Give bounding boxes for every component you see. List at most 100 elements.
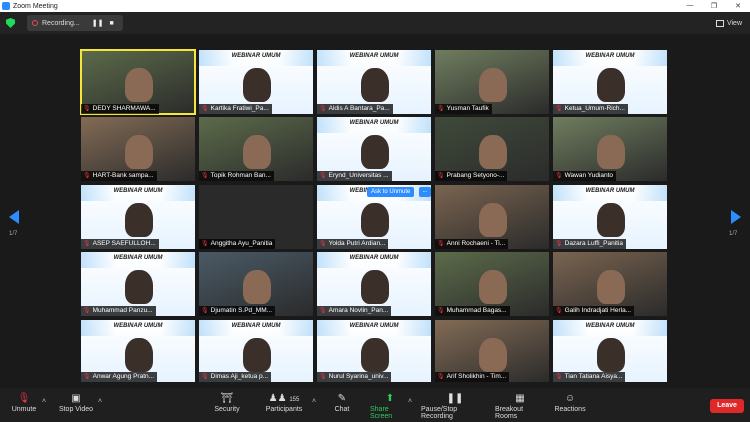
participant-video bbox=[125, 135, 153, 169]
ask-to-unmute-button[interactable]: Ask to Unmute bbox=[367, 187, 415, 197]
participant-video bbox=[597, 270, 625, 304]
chat-icon: ✎ bbox=[337, 393, 347, 404]
participant-video bbox=[597, 68, 625, 102]
participant-name-label: 🎙 Ketua_Umum-Rich... bbox=[553, 104, 628, 114]
participant-tile[interactable]: 🎙 Wawan Yudianto bbox=[553, 117, 667, 181]
participants-options-caret-icon[interactable]: ˄ bbox=[312, 398, 316, 405]
participant-name: Muhammad Panzu... bbox=[92, 307, 153, 314]
share-options-caret-icon[interactable]: ˄ bbox=[408, 398, 412, 405]
participant-tile[interactable]: 🎙 Anni Rochaeni - Ti... bbox=[435, 185, 549, 249]
participant-tile[interactable]: 🎙 Arif Sholikhin - Tim... bbox=[435, 320, 549, 382]
muted-mic-icon: 🎙 bbox=[83, 308, 91, 314]
participant-name-label: 🎙 Amara Novlin_Pan... bbox=[317, 306, 392, 316]
page-indicator-left: 1/7 bbox=[9, 231, 18, 237]
participant-name: Erynd_Universitas ... bbox=[328, 172, 389, 179]
participant-name-label: 🎙 DEDY SHARMAWA... bbox=[81, 104, 159, 114]
participant-tile[interactable]: WEBINAR UMUM 🎙 Aldis A Bantara_Pa... bbox=[317, 50, 431, 114]
participant-tile[interactable]: 🎙 Anggitha Ayu_Panitia bbox=[199, 185, 313, 249]
participant-video bbox=[597, 135, 625, 169]
tile-more-options-button[interactable]: ... bbox=[419, 187, 431, 197]
participant-video bbox=[479, 203, 507, 237]
record-dot-icon bbox=[32, 20, 38, 26]
participant-tile[interactable]: WEBINAR UMUM 🎙 Ketua_Umum-Rich... bbox=[553, 50, 667, 114]
participant-name: Prabang Setyono-... bbox=[446, 172, 505, 179]
webinar-banner-title: WEBINAR UMUM bbox=[349, 120, 399, 126]
participant-name: Kartika Fratiwi_Pa... bbox=[210, 105, 269, 112]
participant-tile[interactable]: 🎙 Muhammad Bagas... bbox=[435, 252, 549, 316]
pause-icon[interactable]: ❚❚ bbox=[92, 19, 104, 27]
muted-mic-icon: 🎙 bbox=[201, 308, 209, 314]
participant-tile[interactable]: WEBINAR UMUM 🎙 Dazara Luffi_Panitia bbox=[553, 185, 667, 249]
share-screen-icon: ⬆ bbox=[385, 393, 395, 404]
participant-name: Amara Novlin_Pan... bbox=[328, 307, 389, 314]
participant-tile[interactable]: WEBINAR UMUM 🎙 Muhammad Panzu... bbox=[81, 252, 195, 316]
grid-icon bbox=[715, 19, 724, 27]
participant-name-label: 🎙 HART-Bank sampa... bbox=[81, 171, 157, 181]
unmute-button[interactable]: 🎙 Unmute bbox=[10, 392, 38, 420]
participant-video bbox=[361, 203, 389, 237]
muted-mic-icon: 🎙 bbox=[319, 308, 327, 314]
pause-stop-recording-button[interactable]: ❚❚ Pause/Stop Recording bbox=[421, 392, 489, 420]
muted-mic-icon: 🎙 bbox=[319, 241, 327, 247]
share-screen-button[interactable]: ⬆ Share Screen bbox=[370, 392, 410, 420]
recording-indicator: Recording... ❚❚ ■ bbox=[27, 15, 123, 31]
close-icon[interactable]: ✕ bbox=[726, 2, 750, 10]
view-button[interactable]: View bbox=[715, 19, 742, 27]
muted-mic-icon: 🎙 bbox=[555, 173, 563, 179]
participant-video bbox=[243, 338, 271, 372]
audio-options-caret-icon[interactable]: ˄ bbox=[42, 398, 46, 405]
participant-name-label: 🎙 Anni Rochaeni - Ti... bbox=[435, 239, 509, 249]
breakout-rooms-button[interactable]: ▦ Breakout Rooms bbox=[495, 392, 545, 420]
participant-name-label: 🎙 Kartika Fratiwi_Pa... bbox=[199, 104, 272, 114]
minimize-icon[interactable]: — bbox=[678, 2, 702, 10]
webinar-banner-title: WEBINAR UMUM bbox=[231, 323, 281, 329]
webinar-banner-title: WEBINAR UMUM bbox=[113, 188, 163, 194]
participant-video bbox=[125, 270, 153, 304]
webinar-banner-title: WEBINAR UMUM bbox=[113, 255, 163, 261]
breakout-rooms-icon: ▦ bbox=[515, 393, 525, 404]
security-button[interactable]: ⛩ Security bbox=[212, 392, 242, 420]
participant-tile[interactable]: 🎙 Yusman Taufik bbox=[435, 50, 549, 114]
webinar-banner-title: WEBINAR UMUM bbox=[349, 255, 399, 261]
participant-tile[interactable]: 🎙 Topik Rohman Ban... bbox=[199, 117, 313, 181]
participant-tile[interactable]: WEBINAR UMUM 🎙 Kartika Fratiwi_Pa... bbox=[199, 50, 313, 114]
recording-label: Recording... bbox=[42, 19, 80, 27]
participant-tile[interactable]: 🎙 DEDY SHARMAWA... bbox=[80, 49, 196, 115]
chat-button[interactable]: ✎ Chat bbox=[332, 392, 352, 420]
participants-button[interactable]: ♟♟ 155 Participants bbox=[266, 392, 303, 420]
leave-button[interactable]: Leave bbox=[710, 399, 744, 413]
participant-name-label: 🎙 Tian Tatiana Aisya... bbox=[553, 372, 626, 382]
stop-icon[interactable]: ■ bbox=[109, 20, 113, 27]
maximize-icon[interactable]: ❐ bbox=[702, 2, 726, 10]
participant-tile[interactable]: 🎙 Galih Indradjati Herla... bbox=[553, 252, 667, 316]
participant-tile[interactable]: WEBINAR UMUM 🎙 Anwar Agung Pratn... bbox=[81, 320, 195, 382]
participant-tile[interactable]: WEBINAR UMUM 🎙 Tian Tatiana Aisya... bbox=[553, 320, 667, 382]
participant-name: Anwar Agung Pratn... bbox=[92, 373, 155, 380]
zoom-app-icon bbox=[2, 2, 10, 10]
muted-mic-icon: 🎙 bbox=[437, 173, 445, 179]
video-options-caret-icon[interactable]: ˄ bbox=[98, 398, 102, 405]
participant-name: Djumatin S.Pd_MM... bbox=[210, 307, 273, 314]
participant-video bbox=[479, 68, 507, 102]
participant-name: Wawan Yudianto bbox=[564, 172, 614, 179]
reactions-button[interactable]: ☺ Reactions bbox=[554, 392, 585, 420]
view-label: View bbox=[726, 19, 742, 27]
next-page-icon[interactable] bbox=[731, 210, 741, 224]
participant-name-label: 🎙 Muhammad Bagas... bbox=[435, 306, 510, 316]
stop-video-button[interactable]: ▣ Stop Video bbox=[56, 392, 96, 420]
previous-page-icon[interactable] bbox=[9, 210, 19, 224]
shield-icon[interactable] bbox=[6, 18, 15, 28]
participant-tile[interactable]: WEBINAR UMUM 🎙 ASEP SAEFULLOH... bbox=[81, 185, 195, 249]
participant-tile[interactable]: WEBINAR UMUM 🎙 Erynd_Universitas ... bbox=[317, 117, 431, 181]
meeting-top-bar: Recording... ❚❚ ■ View bbox=[0, 12, 750, 34]
participant-video bbox=[125, 203, 153, 237]
participant-tile[interactable]: WEBINAR UMUM 🎙 Amara Novlin_Pan... bbox=[317, 252, 431, 316]
participant-tile[interactable]: 🎙 Djumatin S.Pd_MM... bbox=[199, 252, 313, 316]
participant-tile[interactable]: WEBINAR UMUM 🎙 Dimas Aji_ketua p... bbox=[199, 320, 313, 382]
window-title: Zoom Meeting bbox=[13, 2, 58, 10]
participant-tile[interactable]: 🎙 HART-Bank sampa... bbox=[81, 117, 195, 181]
webinar-banner-title: WEBINAR UMUM bbox=[349, 53, 399, 59]
participant-tile[interactable]: WEBINAR UMUM 🎙 Nurul Syarina_univ... bbox=[317, 320, 431, 382]
webinar-banner-title: WEBINAR UMUM bbox=[585, 323, 635, 329]
participant-tile[interactable]: 🎙 Prabang Setyono-... bbox=[435, 117, 549, 181]
